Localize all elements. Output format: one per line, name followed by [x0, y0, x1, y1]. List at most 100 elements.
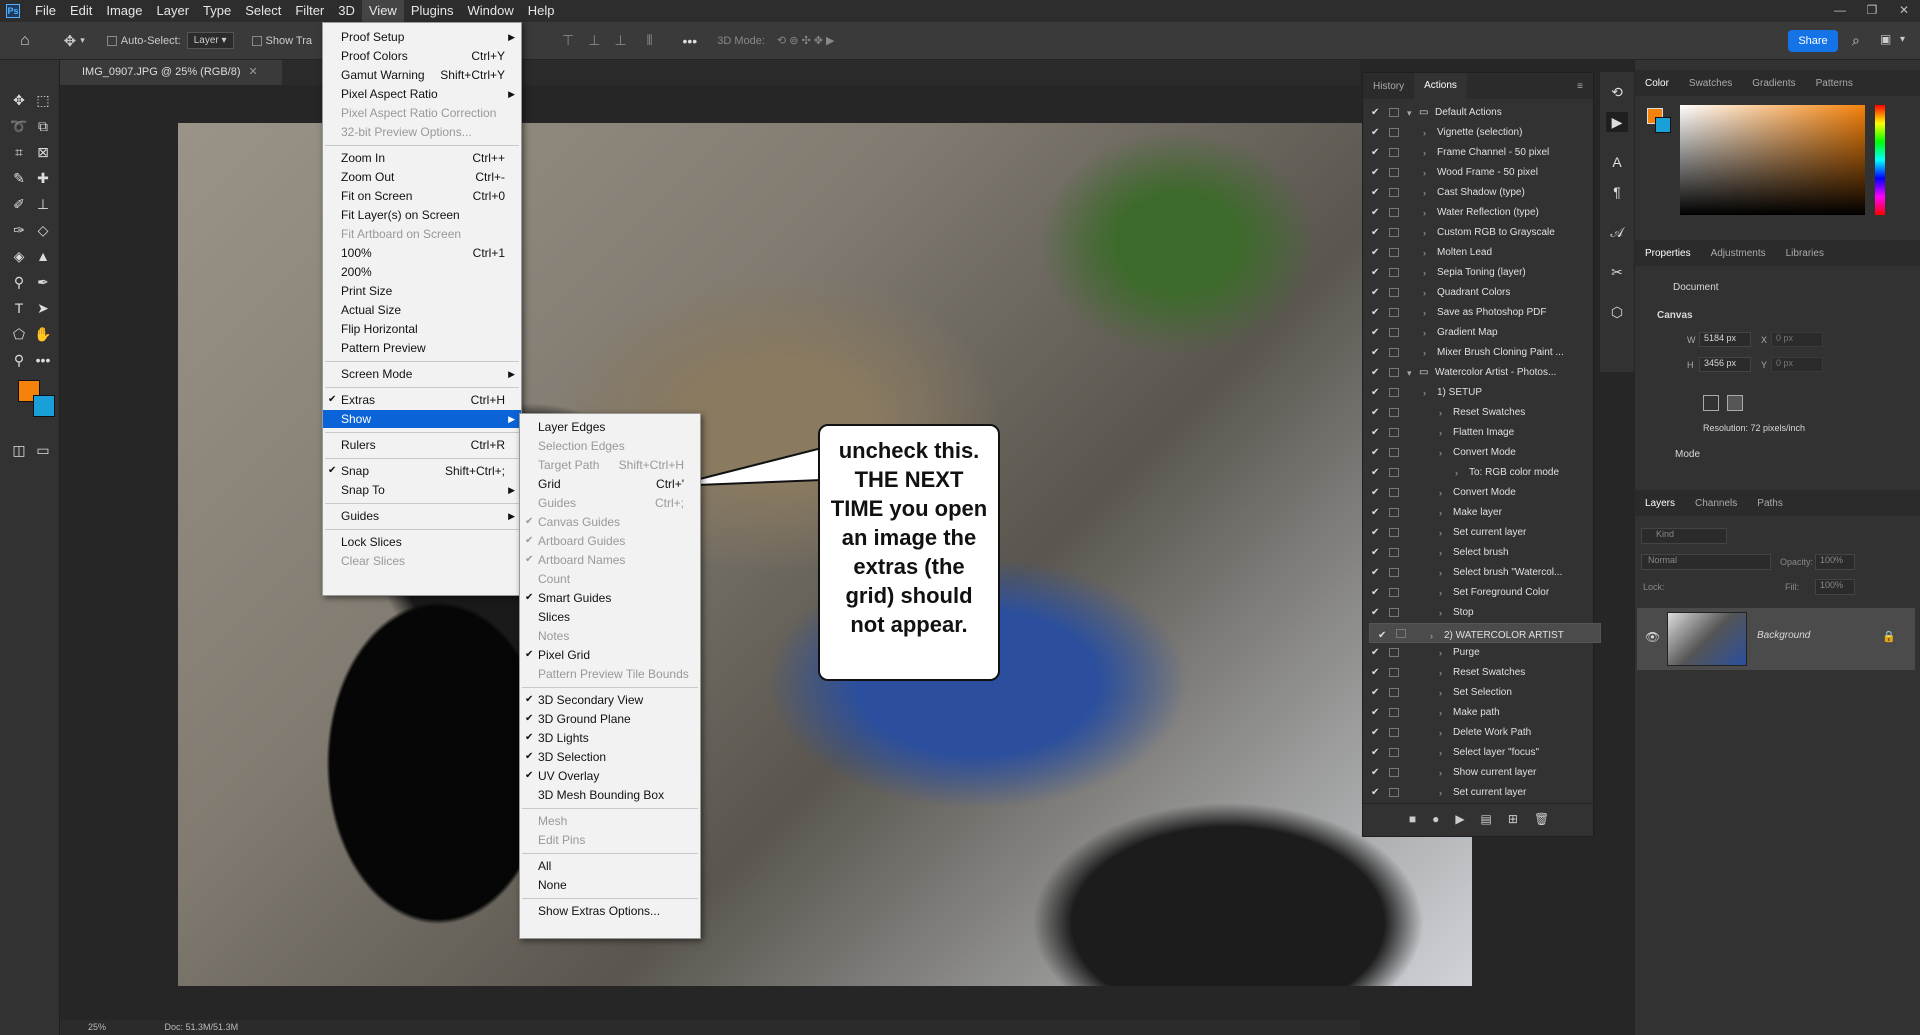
layer-select-dropdown[interactable]: Layer ▾	[186, 32, 234, 49]
minimize-icon[interactable]: —	[1824, 0, 1856, 22]
expand-icon[interactable]: ›	[1439, 403, 1442, 423]
action-row[interactable]: ✔ › To: RGB color mode	[1363, 463, 1595, 483]
menu-item-3d-lights[interactable]: ✔ 3D Lights	[520, 729, 700, 747]
menu-item-slices[interactable]: Slices	[520, 608, 700, 626]
menu-item-fit-layer-s-on-screen[interactable]: Fit Layer(s) on Screen	[323, 206, 521, 224]
dialog-toggle-icon[interactable]	[1389, 208, 1399, 217]
fill-field[interactable]: 100%	[1815, 579, 1855, 595]
action-row[interactable]: ✔ › Flatten Image	[1363, 423, 1595, 443]
menu-item-uv-overlay[interactable]: ✔ UV Overlay	[520, 767, 700, 785]
dialog-toggle-icon[interactable]	[1389, 568, 1399, 577]
menu-filter[interactable]: Filter	[288, 0, 331, 22]
action-row[interactable]: ✔ › Sepia Toning (layer)	[1363, 263, 1595, 283]
action-row[interactable]: ✔ › Convert Mode	[1363, 483, 1595, 503]
dodge-tool-icon[interactable]: ⚲	[8, 272, 30, 292]
tab-adjustments[interactable]: Adjustments	[1701, 248, 1776, 259]
menu-item-edit-pins[interactable]: Edit Pins	[520, 831, 700, 849]
dialog-toggle-icon[interactable]	[1389, 588, 1399, 597]
menu-item-rulers[interactable]: Rulers Ctrl+R	[323, 436, 521, 454]
menu-item-pixel-aspect-ratio[interactable]: Pixel Aspect Ratio ▶	[323, 85, 521, 103]
toggle-item-icon[interactable]: ✔	[1371, 203, 1379, 223]
history-panel-icon[interactable]: ⟲	[1606, 82, 1628, 102]
menu-image[interactable]: Image	[99, 0, 149, 22]
action-row[interactable]: ✔ › Make path	[1363, 703, 1595, 723]
auto-select-checkbox[interactable]	[106, 35, 117, 46]
toggle-item-icon[interactable]: ✔	[1371, 303, 1379, 323]
toggle-item-icon[interactable]: ✔	[1371, 783, 1379, 803]
toggle-item-icon[interactable]: ✔	[1371, 703, 1379, 723]
expand-icon[interactable]: ›	[1423, 263, 1426, 283]
menu-item-zoom-out[interactable]: Zoom Out Ctrl+-	[323, 168, 521, 186]
dialog-toggle-icon[interactable]	[1389, 108, 1399, 117]
toggle-item-icon[interactable]: ✔	[1371, 723, 1379, 743]
menu-item-100[interactable]: 100% Ctrl+1	[323, 244, 521, 262]
menu-item-3d-selection[interactable]: ✔ 3D Selection	[520, 748, 700, 766]
x-field[interactable]: 0 px	[1771, 332, 1823, 347]
menu-item-3d-mesh-bounding-box[interactable]: 3D Mesh Bounding Box	[520, 786, 700, 804]
menu-item-layer-edges[interactable]: Layer Edges	[520, 418, 700, 436]
pen-tool-icon[interactable]: ✒	[32, 272, 54, 292]
dialog-toggle-icon[interactable]	[1389, 468, 1399, 477]
share-button[interactable]: Share	[1788, 30, 1838, 52]
shape-tool-icon[interactable]: ⬠	[8, 324, 30, 344]
menu-item-guides[interactable]: Guides Ctrl+;	[520, 494, 700, 512]
dialog-toggle-icon[interactable]	[1389, 408, 1399, 417]
menu-window[interactable]: Window	[460, 0, 520, 22]
panel-menu-icon[interactable]: ≡	[1567, 81, 1593, 92]
toggle-item-icon[interactable]: ✔	[1371, 443, 1379, 463]
menu-item-proof-colors[interactable]: Proof Colors Ctrl+Y	[323, 47, 521, 65]
history-brush-icon[interactable]: ✑	[8, 220, 30, 240]
menu-item-all[interactable]: All	[520, 857, 700, 875]
menu-item-target-path[interactable]: Target Path Shift+Ctrl+H	[520, 456, 700, 474]
dialog-toggle-icon[interactable]	[1396, 629, 1406, 638]
tab-properties[interactable]: Properties	[1635, 248, 1701, 259]
action-row[interactable]: ✔ ▾ ▭ Default Actions	[1363, 103, 1595, 123]
action-row[interactable]: ✔ › Convert Mode	[1363, 443, 1595, 463]
expand-icon[interactable]: ›	[1439, 643, 1442, 663]
toggle-item-icon[interactable]: ✔	[1371, 663, 1379, 683]
toggle-item-icon[interactable]: ✔	[1371, 123, 1379, 143]
menu-item-artboard-names[interactable]: ✔ Artboard Names	[520, 551, 700, 569]
toggle-item-icon[interactable]: ✔	[1371, 423, 1379, 443]
menu-item-gamut-warning[interactable]: Gamut Warning Shift+Ctrl+Y	[323, 66, 521, 84]
menu-help[interactable]: Help	[521, 0, 562, 22]
expand-icon[interactable]: ▾	[1407, 103, 1412, 123]
marquee-tool-icon[interactable]: ⬚	[32, 90, 54, 110]
expand-icon[interactable]: ›	[1423, 163, 1426, 183]
expand-icon[interactable]: ›	[1455, 463, 1458, 483]
menu-item-smart-guides[interactable]: ✔ Smart Guides	[520, 589, 700, 607]
dialog-toggle-icon[interactable]	[1389, 388, 1399, 397]
action-row[interactable]: ✔ › Water Reflection (type)	[1363, 203, 1595, 223]
menu-type[interactable]: Type	[196, 0, 238, 22]
action-row[interactable]: ✔ › 1) SETUP	[1363, 383, 1595, 403]
dialog-toggle-icon[interactable]	[1389, 128, 1399, 137]
action-row[interactable]: ✔ › Purge	[1363, 643, 1595, 663]
menu-item-artboard-guides[interactable]: ✔ Artboard Guides	[520, 532, 700, 550]
chevron-down-icon[interactable]: ▾	[1900, 34, 1905, 45]
screen-mode-icon[interactable]: ▭	[32, 440, 54, 460]
menu-item-notes[interactable]: Notes	[520, 627, 700, 645]
toggle-item-icon[interactable]: ✔	[1371, 383, 1379, 403]
dialog-toggle-icon[interactable]	[1389, 448, 1399, 457]
menu-item-flip-horizontal[interactable]: Flip Horizontal	[323, 320, 521, 338]
expand-icon[interactable]: ›	[1423, 123, 1426, 143]
hue-slider[interactable]	[1875, 105, 1885, 215]
action-row[interactable]: ✔ › Save as Photoshop PDF	[1363, 303, 1595, 323]
toggle-item-icon[interactable]: ✔	[1371, 483, 1379, 503]
paragraph-panel-icon[interactable]: ¶	[1606, 182, 1628, 202]
action-row[interactable]: ✔ › Set current layer	[1363, 783, 1595, 803]
eye-icon[interactable]: 👁	[1645, 630, 1660, 644]
close-icon[interactable]: ✕	[1888, 0, 1920, 22]
action-row[interactable]: ✔ › 2) WATERCOLOR ARTIST	[1369, 623, 1601, 643]
expand-icon[interactable]: ›	[1439, 703, 1442, 723]
type-tool-icon[interactable]: T	[8, 298, 30, 318]
distribute-icon[interactable]: ⫴	[647, 32, 653, 49]
layer-name[interactable]: Background	[1757, 630, 1810, 641]
lasso-tool-icon[interactable]: ➰	[8, 116, 30, 136]
expand-icon[interactable]: ›	[1439, 763, 1442, 783]
layer-filter-kind[interactable]: Kind	[1641, 528, 1727, 544]
dialog-toggle-icon[interactable]	[1389, 308, 1399, 317]
move-tool-icon[interactable]: ✥	[8, 90, 30, 110]
dialog-toggle-icon[interactable]	[1389, 648, 1399, 657]
dialog-toggle-icon[interactable]	[1389, 748, 1399, 757]
